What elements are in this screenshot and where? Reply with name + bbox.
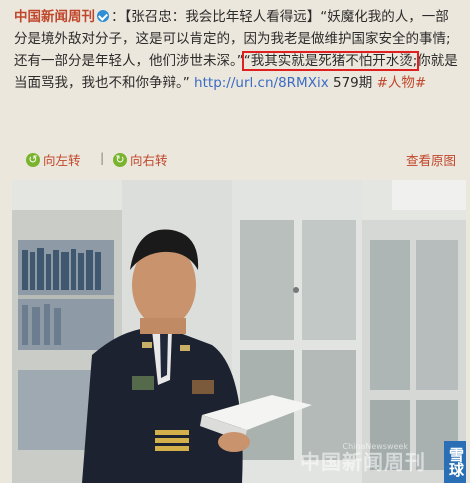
xueqiu-badge: 雪球	[444, 441, 466, 483]
highlighted-quote: “我其实就是死猪不怕开水烫;	[241, 51, 420, 71]
verified-badge-icon	[97, 10, 109, 22]
image-toolbar: ↺ 向左转 | ↻ 向右转 查看原图	[14, 148, 460, 170]
post-link[interactable]: http://url.cn/8RMXix	[194, 75, 329, 91]
rotate-right-icon: ↻	[113, 152, 127, 167]
toolbar-separator: |	[100, 150, 105, 165]
view-original-button[interactable]: 查看原图	[406, 150, 456, 169]
issue-number: 579期	[332, 75, 373, 91]
post-photo[interactable]: ChinaNewsweek 中国新闻周刊 雪球	[12, 180, 466, 483]
topic-tag[interactable]: #人物#	[377, 75, 427, 91]
rotate-right-label: 向右转	[130, 153, 168, 168]
photo-illustration	[12, 180, 466, 483]
rotate-left-label: 向左转	[43, 153, 81, 168]
view-original-label: 查看原图	[405, 153, 456, 168]
rotate-left-button[interactable]: ↺ 向左转	[26, 150, 81, 169]
rotate-left-icon: ↺	[26, 152, 40, 167]
rotate-right-button[interactable]: ↻ 向右转	[113, 150, 168, 169]
author-separator: ：	[111, 9, 125, 25]
photo-watermark: 中国新闻周刊	[300, 450, 426, 474]
weibo-post-text: 中国新闻周刊 ：【张召忠：我会比年轻人看得远】“妖魔化我的人，一部分是境外敌对分子…	[14, 6, 460, 94]
post-author-link[interactable]: 中国新闻周刊	[14, 9, 95, 25]
